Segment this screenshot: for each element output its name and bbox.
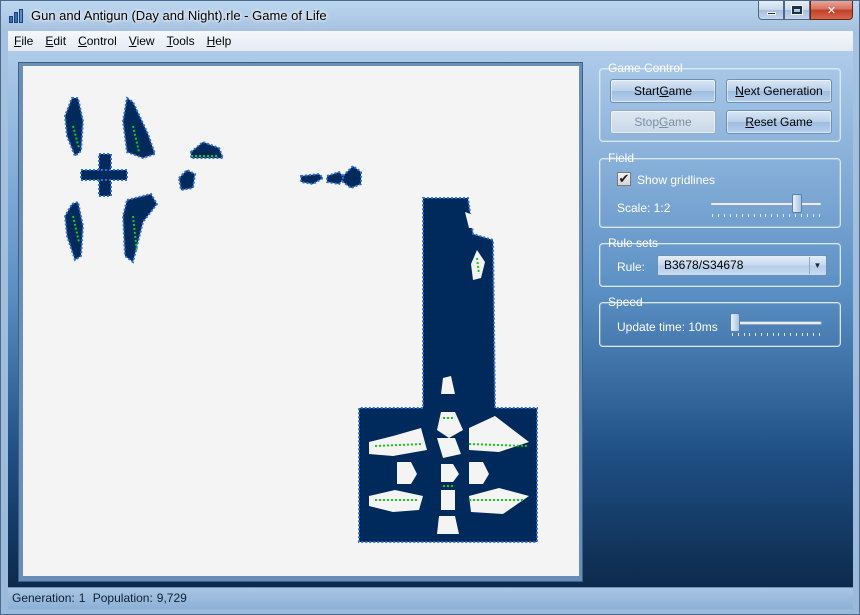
slider-tick [749, 333, 751, 336]
generation-label: Generation: [12, 591, 75, 605]
speed-title: Speed [606, 295, 645, 309]
speed-slider-ticks [732, 333, 820, 337]
menu-bar: File Edit Control View Tools Help [8, 31, 853, 52]
game-control-group: Game Control Start Game Next Generation … [599, 61, 841, 142]
minimize-button[interactable] [758, 1, 784, 20]
cell-cluster-left [63, 96, 362, 264]
field-group: Field ✔ Show gridlines Scale: 1:2 [599, 151, 841, 228]
slider-tick [732, 333, 733, 336]
slider-tick [813, 333, 815, 336]
slider-tick [795, 333, 797, 336]
slider-tick [807, 333, 809, 336]
slider-tick [812, 214, 814, 217]
window-title: Gun and Antigun (Day and Night).rle - Ga… [31, 8, 327, 23]
chevron-down-icon: ▼ [809, 257, 825, 274]
rule-sets-group: Rule sets Rule: B3678/S34678 ▼ [599, 236, 841, 287]
slider-tick [783, 214, 785, 217]
rule-sets-title: Rule sets [606, 236, 661, 250]
slider-tick [723, 214, 725, 217]
slider-tick [777, 214, 779, 217]
next-generation-button[interactable]: Next Generation [726, 79, 832, 103]
game-control-title: Game Control [606, 61, 685, 75]
slider-tick [818, 214, 820, 217]
slider-tick [755, 333, 757, 336]
speed-group: Speed Update time: 10ms [599, 295, 841, 347]
menu-control[interactable]: Control [72, 31, 123, 52]
rule-select[interactable]: B3678/S34678 ▼ [657, 255, 827, 276]
client-area: Game Control Start Game Next Generation … [8, 52, 853, 587]
stop-game-button[interactable]: Stop Game [610, 110, 716, 134]
slider-tick [741, 214, 743, 217]
field-title: Field [606, 151, 637, 165]
generation-value: 1 [78, 591, 86, 605]
scale-slider-ticks [712, 214, 820, 218]
show-gridlines-checkbox[interactable]: ✔ [617, 172, 631, 186]
menu-file[interactable]: File [8, 31, 39, 52]
start-game-button[interactable]: Start Game [610, 79, 716, 103]
rule-select-value: B3678/S34678 [664, 258, 744, 272]
slider-tick [760, 333, 762, 336]
slider-tick [778, 333, 780, 336]
close-icon: ✕ [826, 4, 837, 17]
life-board[interactable] [23, 66, 579, 576]
menu-help[interactable]: Help [201, 31, 238, 52]
population-value: 9,729 [156, 591, 187, 605]
status-bar: Generation: 1 Population: 9,729 [8, 587, 853, 609]
scale-slider-track[interactable] [710, 202, 822, 206]
scale-label: Scale: 1:2 [617, 201, 671, 215]
slider-tick [801, 214, 803, 217]
caption-buttons: ✕ [758, 1, 853, 21]
scale-slider-thumb[interactable] [791, 194, 802, 213]
slider-tick [795, 214, 797, 217]
slider-tick [743, 333, 745, 336]
slider-tick [789, 214, 791, 217]
menu-tools[interactable]: Tools [161, 31, 201, 52]
reset-game-button[interactable]: Reset Game [726, 110, 832, 134]
rule-label: Rule: [617, 260, 646, 274]
slider-tick [772, 333, 774, 336]
maximize-button[interactable] [784, 1, 810, 20]
show-gridlines-label: Show gridlines [637, 173, 716, 187]
board-frame [18, 62, 583, 582]
speed-slider-track[interactable] [730, 321, 822, 325]
slider-tick [818, 333, 820, 336]
minimize-icon [766, 11, 776, 15]
slider-tick [789, 333, 791, 336]
update-time-label: Update time: 10ms [617, 320, 718, 334]
close-button[interactable]: ✕ [810, 1, 853, 20]
slider-tick [759, 214, 761, 217]
speed-slider-thumb[interactable] [730, 313, 740, 332]
slider-tick [717, 214, 719, 217]
app-window: Gun and Antigun (Day and Night).rle - Ga… [0, 0, 860, 615]
slider-tick [753, 214, 755, 217]
title-bar[interactable]: Gun and Antigun (Day and Night).rle - Ga… [1, 1, 859, 31]
life-pattern [63, 96, 538, 543]
maximize-icon [792, 6, 802, 14]
slider-tick [712, 214, 713, 217]
slider-tick [766, 333, 768, 336]
slider-tick [737, 333, 739, 336]
menu-edit[interactable]: Edit [39, 31, 72, 52]
slider-tick [771, 214, 773, 217]
slider-tick [784, 333, 786, 336]
population-label: Population: [92, 591, 153, 605]
bar-chart-icon [8, 8, 24, 24]
slider-tick [807, 214, 808, 217]
slider-tick [747, 214, 749, 217]
slider-tick [735, 214, 737, 217]
slider-tick [801, 333, 803, 336]
slider-tick [729, 214, 731, 217]
menu-view[interactable]: View [123, 31, 161, 52]
slider-tick [765, 214, 767, 217]
checkmark-icon: ✔ [618, 171, 630, 186]
